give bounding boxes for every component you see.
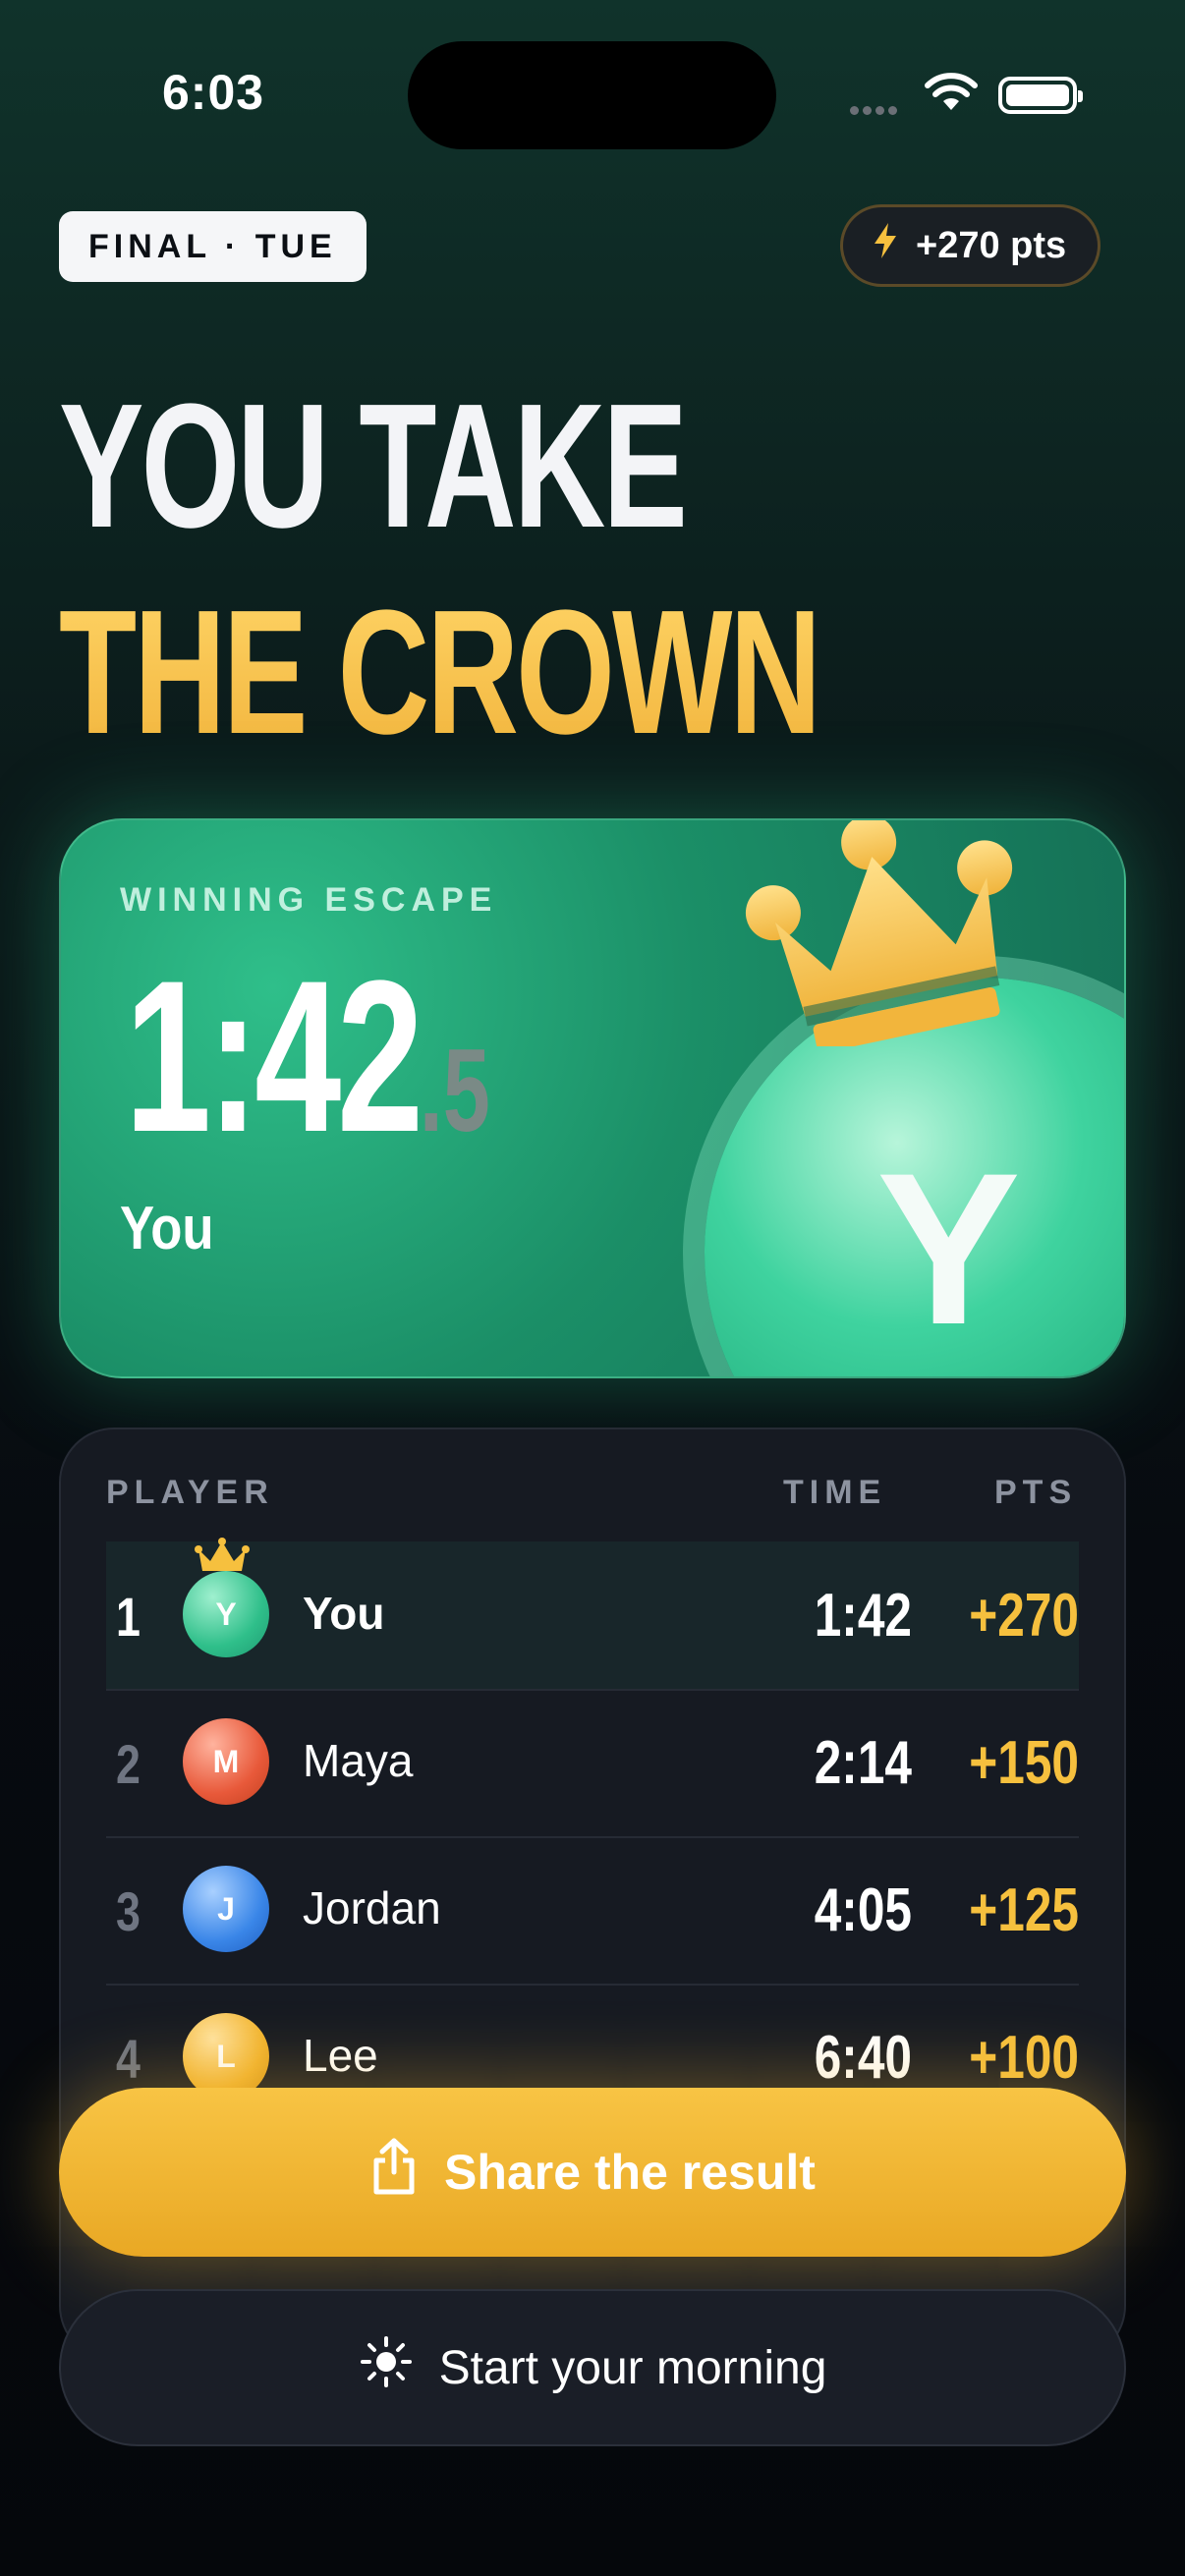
row-rank: 2: [116, 1733, 141, 1795]
points-badge[interactable]: +270 pts: [840, 204, 1101, 287]
share-result-label: Share the result: [444, 2145, 816, 2200]
crown-icon: [195, 1538, 250, 1582]
leaderboard-row[interactable]: 3 J Jordan 4:05 +125: [106, 1836, 1079, 1986]
share-icon: [369, 2137, 419, 2208]
row-player-name: Jordan: [303, 1882, 441, 1933]
leaderboard-row[interactable]: 2 M Maya 2:14 +150: [106, 1689, 1079, 1838]
row-rank: 1: [116, 1586, 141, 1648]
avatar-initial: M: [212, 1743, 240, 1779]
winning-time: 1:42.5: [125, 948, 490, 1199]
avatar-initial: Y: [215, 1596, 237, 1632]
winner-avatar-initial: Y: [876, 1128, 1021, 1370]
crown-icon: [744, 820, 1039, 1053]
cellular-signal-icon: [850, 102, 901, 120]
sun-icon: [359, 2334, 414, 2401]
row-rank: 4: [116, 2028, 141, 2090]
points-badge-label: +270 pts: [916, 224, 1067, 266]
headline-line-1: YOU TAKE: [59, 367, 688, 565]
row-time: 4:05: [814, 1876, 912, 1944]
column-header-pts: PTS: [994, 1474, 1078, 1511]
row-points: +125: [969, 1876, 1079, 1944]
row-points: +150: [969, 1729, 1079, 1797]
row-time: 2:14: [814, 1729, 912, 1797]
avatar-initial: L: [216, 2038, 236, 2074]
status-time: 6:03: [162, 65, 265, 120]
dynamic-island: [408, 41, 776, 149]
winning-escape-card: WINNING ESCAPE 1:42.5 You Y: [59, 818, 1126, 1378]
avatar: J: [183, 1866, 269, 1952]
round-label-chip: FINAL · TUE: [59, 211, 367, 282]
avatar: Y: [183, 1571, 269, 1657]
row-rank: 3: [116, 1880, 141, 1942]
column-header-player: PLAYER: [106, 1474, 274, 1511]
start-morning-label: Start your morning: [438, 2341, 827, 2394]
row-player-name: You: [303, 1588, 385, 1639]
headline: YOU TAKE THE CROWN: [59, 364, 821, 776]
row-time: 1:42: [814, 1582, 912, 1650]
avatar: L: [183, 2013, 269, 2100]
row-points: +270: [969, 1582, 1079, 1650]
winning-escape-label: WINNING ESCAPE: [120, 881, 498, 919]
start-morning-button[interactable]: Start your morning: [59, 2289, 1126, 2446]
winning-time-fraction: .5: [419, 1025, 490, 1156]
share-result-button[interactable]: Share the result: [59, 2088, 1126, 2257]
lightning-icon: [871, 221, 900, 270]
winning-time-main: 1:42: [125, 935, 423, 1177]
battery-icon: [998, 77, 1083, 114]
row-points: +100: [969, 2024, 1079, 2092]
row-player-name: Lee: [303, 2030, 378, 2081]
column-header-time: TIME: [783, 1474, 887, 1511]
avatar-initial: J: [217, 1890, 235, 1927]
headline-line-2: THE CROWN: [59, 570, 821, 776]
row-player-name: Maya: [303, 1735, 414, 1786]
winner-name: You: [120, 1195, 214, 1262]
row-time: 6:40: [814, 2024, 912, 2092]
wifi-icon: [924, 73, 979, 117]
avatar: M: [183, 1718, 269, 1805]
leaderboard-row[interactable]: 1 Y You 1:42 +270: [106, 1538, 1079, 1691]
